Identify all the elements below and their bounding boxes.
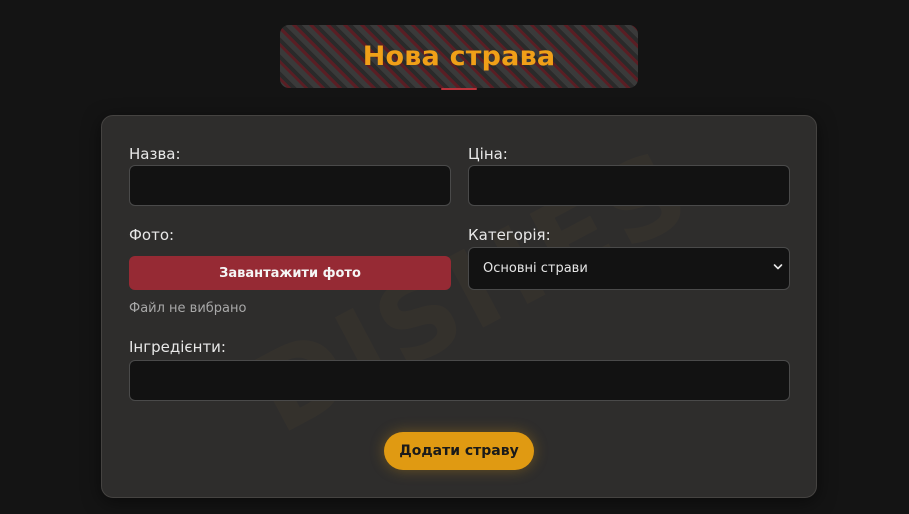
add-dish-button[interactable]: Додати страву — [384, 432, 534, 470]
title-banner: Нова страва — [280, 25, 638, 88]
price-input[interactable] — [468, 165, 790, 206]
price-label: Ціна: — [468, 145, 508, 163]
category-selected-value: Основні страви — [483, 261, 588, 276]
page-title: Нова страва — [362, 41, 556, 72]
category-select[interactable]: Основні страви — [468, 247, 790, 290]
title-underline — [441, 88, 477, 90]
file-status: Файл не вибрано — [129, 301, 247, 316]
dish-form: DISHES Назва: Ціна: Фото: Завантажити фо… — [101, 115, 817, 498]
ingredients-input[interactable] — [129, 360, 790, 401]
upload-photo-button[interactable]: Завантажити фото — [129, 256, 451, 290]
name-input[interactable] — [129, 165, 451, 206]
name-label: Назва: — [129, 145, 181, 163]
chevron-down-icon — [773, 264, 783, 270]
ingredients-label: Інгредієнти: — [129, 338, 226, 356]
category-label: Категорія: — [468, 226, 551, 244]
photo-label: Фото: — [129, 226, 175, 244]
